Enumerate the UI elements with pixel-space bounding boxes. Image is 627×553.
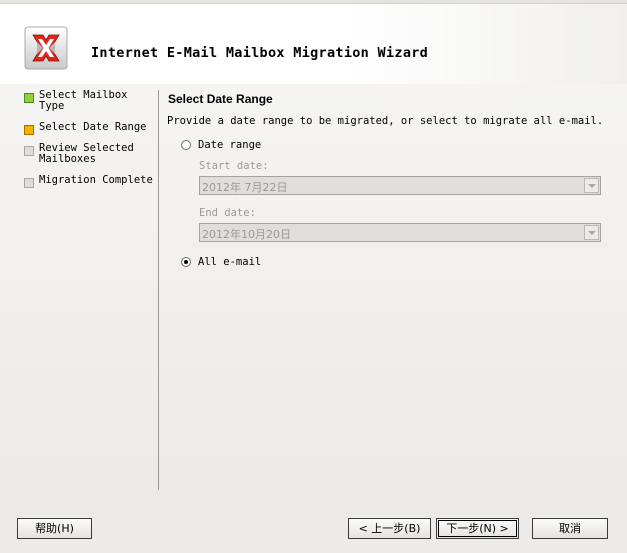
start-date-picker[interactable]: 2012年 7月22日 bbox=[199, 176, 601, 195]
step-pending-icon bbox=[24, 146, 34, 156]
wizard-step-list: Select Mailbox Type Select Date Range Re… bbox=[24, 90, 154, 196]
step-label: Migration Complete bbox=[39, 174, 153, 186]
step-label: Select Date Range bbox=[39, 121, 147, 133]
back-button[interactable]: < 上一步(B) bbox=[348, 518, 431, 539]
chevron-down-icon[interactable] bbox=[584, 225, 599, 240]
step-select-date-range: Select Date Range bbox=[24, 121, 154, 135]
radio-checked-icon bbox=[181, 257, 191, 267]
wizard-title: Internet E-Mail Mailbox Migration Wizard bbox=[91, 45, 429, 61]
section-title: Select Date Range bbox=[168, 92, 273, 106]
next-button[interactable]: 下一步(N) > bbox=[436, 518, 519, 539]
step-select-mailbox-type: Select Mailbox Type bbox=[24, 90, 154, 112]
nav-divider bbox=[158, 90, 159, 490]
end-date-value: 2012年10月20日 bbox=[202, 228, 291, 241]
section-description: Provide a date range to be migrated, or … bbox=[167, 115, 604, 127]
step-current-icon bbox=[24, 125, 34, 135]
all-email-radio-label: All e-mail bbox=[198, 256, 262, 268]
radio-unchecked-icon bbox=[181, 140, 191, 150]
date-range-radio[interactable]: Date range bbox=[181, 139, 261, 151]
step-label: Review Selected Mailboxes bbox=[39, 142, 134, 165]
step-pending-icon bbox=[24, 178, 34, 188]
chevron-down-icon[interactable] bbox=[584, 178, 599, 193]
step-migration-complete: Migration Complete bbox=[24, 174, 154, 188]
help-button[interactable]: 帮助(H) bbox=[17, 518, 92, 539]
all-email-radio[interactable]: All e-mail bbox=[181, 256, 261, 268]
step-complete-icon bbox=[24, 93, 34, 103]
exchange-logo-icon bbox=[24, 26, 68, 70]
end-date-label: End date: bbox=[199, 207, 256, 219]
step-label: Select Mailbox Type bbox=[39, 89, 128, 112]
wizard-header: Internet E-Mail Mailbox Migration Wizard bbox=[0, 4, 627, 84]
end-date-picker[interactable]: 2012年10月20日 bbox=[199, 223, 601, 242]
cancel-button[interactable]: 取消 bbox=[532, 518, 608, 539]
date-range-radio-label: Date range bbox=[198, 139, 262, 151]
step-review-selected-mailboxes: Review Selected Mailboxes bbox=[24, 143, 154, 165]
start-date-label: Start date: bbox=[199, 160, 269, 172]
start-date-value: 2012年 7月22日 bbox=[202, 181, 288, 194]
